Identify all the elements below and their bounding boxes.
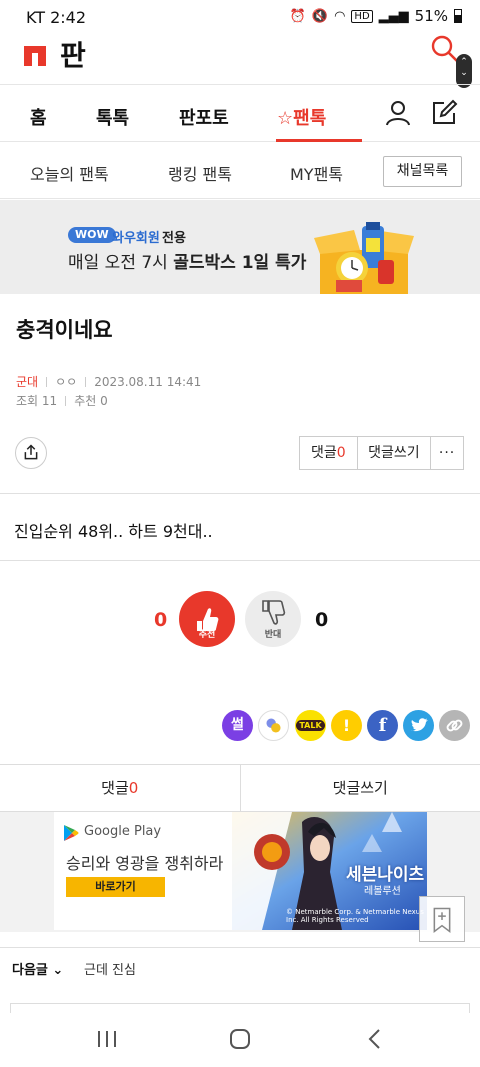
banner-headline: 매일 오전 7시 골드박스 1일 특가 bbox=[68, 253, 307, 273]
game-ad[interactable]: Google Play 승리와 영광을 쟁취하라 바로가기 세븐나이츠 레볼루션… bbox=[54, 812, 427, 930]
ad-cta-button[interactable]: 바로가기 bbox=[66, 877, 165, 897]
battery-percent: 51% bbox=[414, 7, 448, 25]
hd-icon: HD bbox=[351, 9, 373, 23]
signal-icon: ▂▄▆ bbox=[378, 8, 409, 24]
status-icons: ⏰ 🔇 ◠ HD ▂▄▆ 51% bbox=[290, 7, 462, 25]
comment-actions: 댓글0 댓글쓰기 ··· bbox=[299, 436, 464, 470]
facebook-share-icon[interactable]: f bbox=[367, 710, 398, 741]
post-author: ㅇㅇ bbox=[55, 375, 78, 389]
kakaotalk-share-icon[interactable]: TALK bbox=[295, 710, 326, 741]
post-title: 충격이네요 bbox=[16, 318, 113, 342]
mute-icon: 🔇 bbox=[311, 8, 329, 24]
post-datetime: 2023.08.11 14:41 bbox=[94, 374, 202, 389]
promo-banner[interactable]: WOW 와우회원 전용 매일 오전 7시 골드박스 1일 특가 bbox=[0, 200, 480, 294]
post-category[interactable]: 군대 bbox=[16, 373, 38, 390]
bookmark-add-icon[interactable] bbox=[419, 896, 465, 942]
recent-apps-icon[interactable] bbox=[92, 1027, 122, 1051]
divider bbox=[0, 560, 480, 561]
channel-list-button[interactable]: 채널목록 bbox=[383, 156, 462, 187]
divider bbox=[0, 947, 480, 948]
ad-area: Google Play 승리와 영광을 쟁취하라 바로가기 세븐나이츠 레볼루션… bbox=[0, 812, 480, 932]
post-body: 진입순위 48위.. 하트 9천대.. bbox=[14, 522, 213, 541]
status-bar: KT 2:42 ⏰ 🔇 ◠ HD ▂▄▆ 51% bbox=[0, 0, 480, 34]
app-bar: 판 ⌃ ⌄ bbox=[0, 34, 480, 88]
downvote-button[interactable]: 반대 bbox=[245, 591, 301, 647]
ad-headline: 승리와 영광을 쟁취하라 bbox=[66, 854, 224, 873]
subnav-my[interactable]: MY팬톡 bbox=[290, 161, 343, 185]
recommend-label: 추천 bbox=[74, 394, 97, 408]
comment-bar: 댓글0 댓글쓰기 bbox=[0, 764, 480, 812]
status-time: KT 2:42 bbox=[26, 8, 87, 27]
sub-nav: 오늘의 팬톡 랭킹 팬톡 MY팬톡 채널목록 bbox=[0, 143, 480, 199]
scroll-handle[interactable]: ⌃ ⌄ bbox=[456, 54, 472, 88]
kakaostory-share-icon[interactable]: ! bbox=[331, 710, 362, 741]
user-icon[interactable] bbox=[384, 99, 412, 127]
subnav-ranking[interactable]: 랭킹 팬톡 bbox=[168, 161, 232, 185]
ad-game-subtitle: 레볼루션 bbox=[364, 886, 401, 897]
write-comment-tab[interactable]: 댓글쓰기 bbox=[241, 765, 480, 811]
battery-icon bbox=[454, 9, 462, 23]
post-stats: 조회 11 추천 0 bbox=[16, 392, 108, 409]
band-share-icon[interactable] bbox=[258, 710, 289, 741]
twitter-share-icon[interactable] bbox=[403, 710, 434, 741]
link-share-icon[interactable] bbox=[439, 710, 470, 741]
views-label: 조회 bbox=[16, 394, 39, 408]
alarm-icon: ⏰ bbox=[289, 8, 306, 24]
wifi-icon: ◠ bbox=[334, 8, 346, 24]
divider bbox=[0, 493, 480, 494]
tab-toktok[interactable]: 톡톡 bbox=[96, 104, 129, 130]
downvote-count: 0 bbox=[315, 609, 329, 631]
app-title: 판 bbox=[60, 39, 86, 72]
home-icon[interactable] bbox=[225, 1027, 255, 1051]
back-icon[interactable] bbox=[360, 1027, 390, 1051]
more-options-button[interactable]: ··· bbox=[431, 437, 463, 469]
write-comment-button[interactable]: 댓글쓰기 bbox=[358, 437, 432, 469]
downvote-label: 반대 bbox=[264, 630, 282, 640]
google-play-icon bbox=[64, 825, 79, 841]
tab-fantalk[interactable]: ☆팬톡 bbox=[277, 104, 326, 130]
write-icon[interactable] bbox=[430, 99, 458, 127]
share-icon[interactable] bbox=[15, 437, 47, 469]
banner-only: 전용 bbox=[162, 231, 186, 246]
ad-copyright: © Netmarble Corp. & Netmarble Nexus Inc.… bbox=[286, 908, 424, 924]
banner-member: 와우회원 bbox=[112, 231, 160, 246]
views-count: 11 bbox=[41, 393, 58, 408]
tab-panphoto[interactable]: 판포토 bbox=[179, 104, 229, 130]
active-tab-indicator bbox=[276, 139, 362, 142]
wow-badge: WOW bbox=[68, 227, 116, 243]
next-post-toggle[interactable]: 다음글 ⌄ bbox=[12, 959, 63, 978]
gift-box-image bbox=[314, 222, 414, 294]
recommend-count: 0 bbox=[100, 393, 108, 408]
ad-store-name: Google Play bbox=[84, 824, 162, 839]
tab-home[interactable]: 홈 bbox=[30, 104, 47, 130]
next-post-title[interactable]: 근데 진심 bbox=[84, 959, 136, 978]
upvote-count: 0 bbox=[154, 609, 168, 631]
chevron-down-icon: ⌄ bbox=[52, 963, 64, 978]
post-meta: 군대 ㅇㅇ 2023.08.11 14:41 bbox=[16, 373, 201, 390]
next-post-list bbox=[10, 1003, 470, 1013]
main-tabs: 홈 톡톡 판포토 ☆팬톡 bbox=[0, 84, 480, 142]
ssul-share-icon[interactable]: 썰 bbox=[222, 710, 253, 741]
upvote-label: 추천 bbox=[198, 630, 216, 640]
upvote-button[interactable]: 추천 bbox=[179, 591, 235, 647]
comment-tab[interactable]: 댓글0 bbox=[0, 765, 241, 811]
nate-logo-icon[interactable] bbox=[22, 42, 48, 66]
subnav-today[interactable]: 오늘의 팬톡 bbox=[30, 161, 109, 185]
system-nav-bar bbox=[0, 1013, 480, 1067]
comment-count-button[interactable]: 댓글0 bbox=[300, 437, 358, 469]
